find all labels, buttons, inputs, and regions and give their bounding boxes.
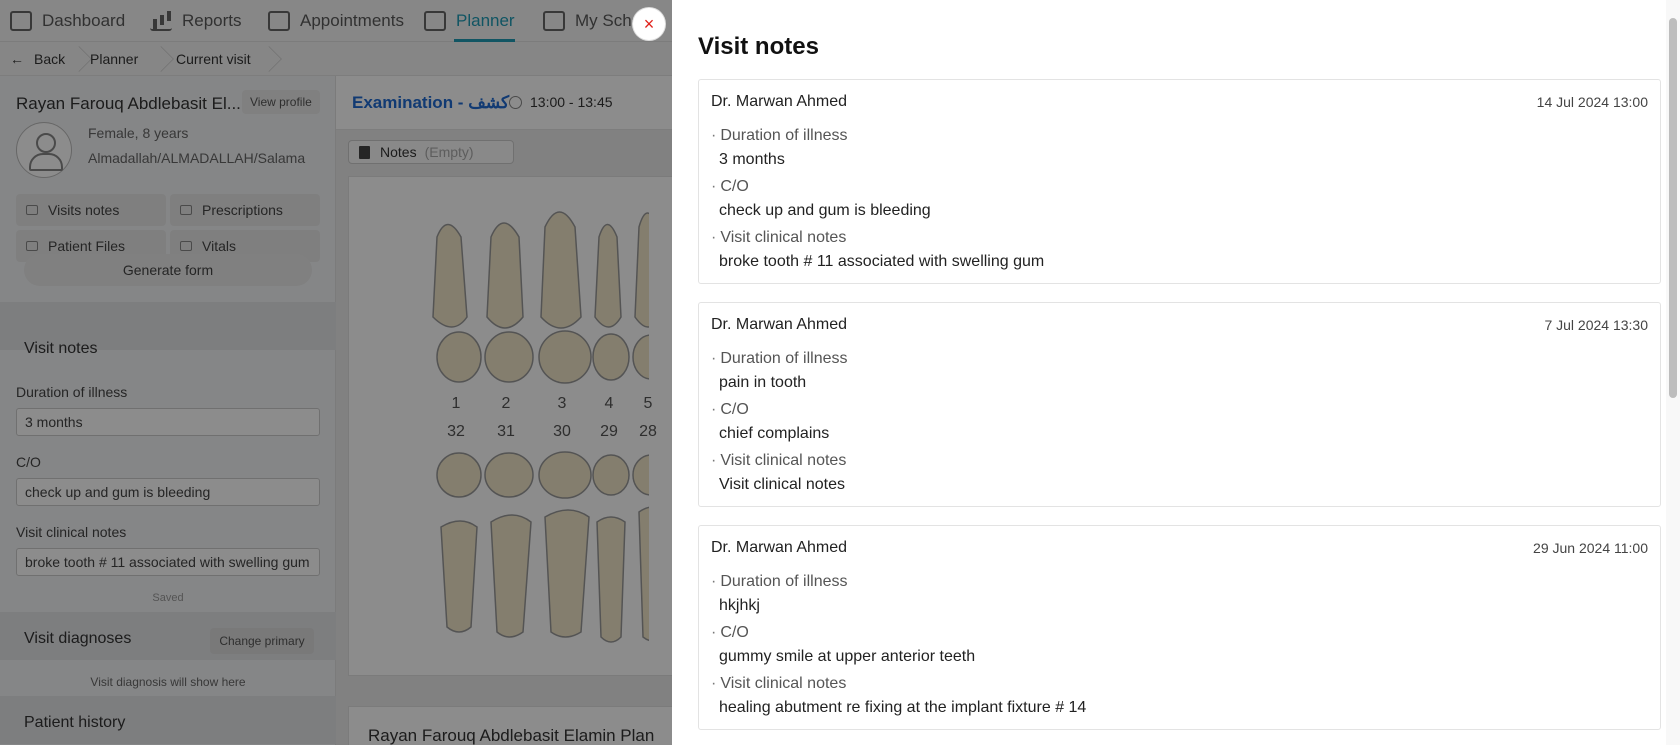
note-field-label-text: Duration of illness — [720, 573, 848, 590]
note-field-label: · Visit clinical notes — [711, 675, 847, 692]
note-field-label-text: Duration of illness — [720, 350, 848, 367]
close-drawer-button[interactable]: × — [633, 8, 665, 40]
drawer-title: Visit notes — [698, 33, 819, 60]
scrollbar-thumb[interactable] — [1669, 18, 1677, 398]
note-field-label-text: Duration of illness — [720, 127, 848, 144]
note-field-label-text: Visit clinical notes — [720, 229, 847, 246]
note-field-label: · Visit clinical notes — [711, 229, 847, 246]
note-field-label: · Duration of illness — [711, 573, 848, 590]
note-field-label: · Duration of illness — [711, 350, 848, 367]
drawer-scrollbar[interactable] — [1666, 0, 1680, 745]
note-field-value: Visit clinical notes — [719, 476, 845, 493]
note-field-value: pain in tooth — [719, 374, 807, 391]
note-field-label: · Duration of illness — [711, 127, 848, 144]
note-field-value: check up and gum is bleeding — [719, 202, 931, 219]
visit-notes-drawer: Visit notes Dr. Marwan Ahmed 14 Jul 2024… — [672, 0, 1680, 745]
note-field-label: · Visit clinical notes — [711, 452, 847, 469]
note-field-label-text: C/O — [720, 401, 749, 418]
note-field-label-text: C/O — [720, 178, 749, 195]
note-date: 7 Jul 2024 13:30 — [1544, 317, 1648, 333]
note-date: 14 Jul 2024 13:00 — [1536, 94, 1648, 110]
note-field-value: broke tooth # 11 associated with swellin… — [719, 253, 1045, 270]
note-field-label-text: Visit clinical notes — [720, 452, 847, 469]
note-doctor: Dr. Marwan Ahmed — [711, 539, 848, 556]
note-date: 29 Jun 2024 11:00 — [1533, 540, 1648, 556]
note-field-value: chief complains — [719, 425, 830, 442]
note-field-label: · C/O — [711, 178, 749, 195]
note-field-label-text: Visit clinical notes — [720, 675, 847, 692]
note-field-value: 3 months — [719, 151, 785, 168]
note-field-label-text: C/O — [720, 624, 749, 641]
note-doctor: Dr. Marwan Ahmed — [711, 93, 848, 110]
note-field-value: gummy smile at upper anterior teeth — [719, 648, 976, 665]
note-field-value: healing abutment re fixing at the implan… — [719, 699, 1087, 716]
note-field-label: · C/O — [711, 624, 749, 641]
close-icon: × — [643, 14, 655, 34]
visit-note-card: Dr. Marwan Ahmed 14 Jul 2024 13:00 · Dura… — [698, 79, 1661, 284]
note-doctor: Dr. Marwan Ahmed — [711, 316, 848, 333]
note-field-value: hkjhkj — [719, 597, 760, 614]
visit-note-card: Dr. Marwan Ahmed 29 Jun 2024 11:00 · Dura… — [698, 525, 1661, 730]
visit-note-card: Dr. Marwan Ahmed 7 Jul 2024 13:30 · Durat… — [698, 302, 1661, 507]
note-field-label: · C/O — [711, 401, 749, 418]
